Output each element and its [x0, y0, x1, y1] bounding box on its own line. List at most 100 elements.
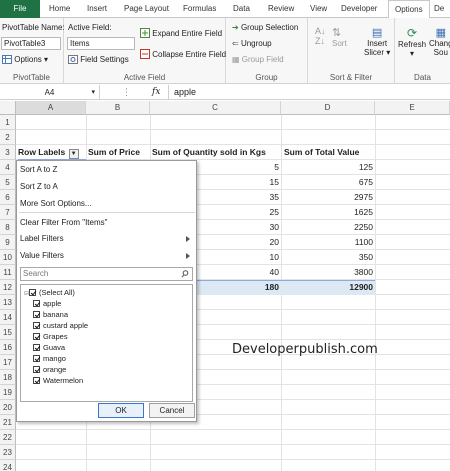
- column-header-b[interactable]: B: [86, 101, 150, 115]
- row-header[interactable]: 6: [0, 190, 16, 205]
- tab-data[interactable]: Data: [233, 0, 250, 18]
- refresh-button[interactable]: ⟳ Refresh ▾: [398, 26, 426, 58]
- filter-item-select-all[interactable]: ⊟ (Select All): [24, 288, 75, 298]
- total-value-cell[interactable]: 3800: [283, 265, 373, 279]
- filter-item-custard-apple[interactable]: custard apple: [33, 321, 88, 331]
- row-header[interactable]: 9: [0, 235, 16, 250]
- tab-design[interactable]: De: [434, 0, 444, 18]
- row-header[interactable]: 13: [0, 295, 16, 310]
- clear-filter-item[interactable]: Clear Filter From "Items": [20, 218, 107, 227]
- row-header[interactable]: 3: [0, 145, 16, 160]
- row-header[interactable]: 4: [0, 160, 16, 175]
- row-header[interactable]: 5: [0, 175, 16, 190]
- row-header[interactable]: 2: [0, 130, 16, 145]
- pivottable-name-input[interactable]: PivotTable3: [1, 37, 61, 50]
- row-header[interactable]: 11: [0, 265, 16, 280]
- row-header[interactable]: 8: [0, 220, 16, 235]
- filter-item-orange[interactable]: orange: [33, 365, 66, 375]
- filter-item-watermelon[interactable]: Watermelon: [33, 376, 83, 386]
- value-filters-item[interactable]: Value Filters: [20, 251, 64, 260]
- row-header[interactable]: 22: [0, 430, 16, 445]
- group-field-button[interactable]: ▦ Group Field: [232, 55, 284, 64]
- checkbox-checked-icon[interactable]: [33, 377, 40, 384]
- expand-field-button[interactable]: Expand Entire Field: [140, 28, 222, 38]
- quantity-cell[interactable]: 25: [196, 205, 279, 219]
- tab-formulas[interactable]: Formulas: [183, 0, 216, 18]
- label-filters-item[interactable]: Label Filters: [20, 234, 64, 243]
- row-header[interactable]: 1: [0, 115, 16, 130]
- quantity-cell[interactable]: 30: [196, 220, 279, 234]
- total-value-cell[interactable]: 675: [283, 175, 373, 189]
- sort-a-to-z-item[interactable]: Sort A to Z: [20, 165, 57, 174]
- checkbox-checked-icon[interactable]: [33, 311, 40, 318]
- sort-button[interactable]: ⇅ Sort: [332, 26, 347, 48]
- row-header[interactable]: 19: [0, 385, 16, 400]
- cancel-button[interactable]: Cancel: [149, 403, 195, 418]
- total-value-cell[interactable]: 1100: [283, 235, 373, 249]
- ok-button[interactable]: OK: [98, 403, 144, 418]
- quantity-cell[interactable]: 40: [196, 265, 279, 279]
- checkbox-checked-icon[interactable]: [33, 333, 40, 340]
- row-header[interactable]: 20: [0, 400, 16, 415]
- row-header[interactable]: 16: [0, 340, 16, 355]
- formula-input[interactable]: apple: [174, 85, 196, 100]
- filter-item-apple[interactable]: apple: [33, 299, 61, 309]
- checkbox-checked-icon[interactable]: [33, 366, 40, 373]
- total-value-cell[interactable]: 2250: [283, 220, 373, 234]
- total-value-cell[interactable]: 350: [283, 250, 373, 264]
- column-header-a[interactable]: A: [16, 101, 86, 115]
- row-header[interactable]: 24: [0, 460, 16, 471]
- collapse-field-button[interactable]: Collapse Entire Field: [140, 49, 226, 59]
- insert-slicer-button[interactable]: ▤ Insert Slicer ▾: [364, 26, 390, 57]
- column-header-c[interactable]: C: [150, 101, 281, 115]
- checkbox-checked-icon[interactable]: [33, 344, 40, 351]
- filter-item-banana[interactable]: banana: [33, 310, 68, 320]
- quantity-cell[interactable]: 10: [196, 250, 279, 264]
- row-header[interactable]: 18: [0, 370, 16, 385]
- field-settings-button[interactable]: Field Settings: [68, 55, 129, 64]
- ungroup-button[interactable]: ⇐ Ungroup: [232, 39, 272, 48]
- quantity-cell[interactable]: 5: [196, 160, 279, 174]
- quantity-cell[interactable]: 15: [196, 175, 279, 189]
- total-value-cell[interactable]: 125: [283, 160, 373, 174]
- total-value-cell[interactable]: 2975: [283, 190, 373, 204]
- column-header-e[interactable]: E: [375, 101, 450, 115]
- tab-page-layout[interactable]: Page Layout: [124, 0, 169, 18]
- checkbox-checked-icon[interactable]: [29, 289, 37, 296]
- row-header[interactable]: 15: [0, 325, 16, 340]
- tab-file[interactable]: File: [0, 0, 40, 18]
- tab-view[interactable]: View: [310, 0, 327, 18]
- quantity-cell[interactable]: 35: [196, 190, 279, 204]
- insert-function-icon[interactable]: fx: [152, 85, 160, 100]
- checkbox-checked-icon[interactable]: [33, 322, 40, 329]
- quantity-cell[interactable]: 20: [196, 235, 279, 249]
- row-header[interactable]: 23: [0, 445, 16, 460]
- filter-item-mango[interactable]: mango: [33, 354, 66, 364]
- sort-z-to-a-item[interactable]: Sort Z to A: [20, 182, 58, 191]
- row-header[interactable]: 7: [0, 205, 16, 220]
- active-field-input[interactable]: Items: [67, 37, 135, 50]
- tab-home[interactable]: Home: [49, 0, 70, 18]
- row-header[interactable]: 12: [0, 280, 16, 295]
- column-header-d[interactable]: D: [281, 101, 375, 115]
- name-box-dropdown-icon[interactable]: ▾: [91, 85, 95, 100]
- group-selection-button[interactable]: ➔ Group Selection: [232, 23, 298, 32]
- pivottable-options-button[interactable]: Options ▾: [2, 55, 48, 64]
- row-header[interactable]: 10: [0, 250, 16, 265]
- name-box[interactable]: A4 ▾: [0, 85, 100, 100]
- filter-dropdown-button[interactable]: ▼: [68, 149, 79, 159]
- total-value-cell[interactable]: 1625: [283, 205, 373, 219]
- more-sort-options-item[interactable]: More Sort Options...: [20, 199, 92, 208]
- tab-developer[interactable]: Developer: [341, 0, 377, 18]
- row-header[interactable]: 17: [0, 355, 16, 370]
- tab-insert[interactable]: Insert: [87, 0, 107, 18]
- filter-search-input[interactable]: Search: [20, 267, 193, 281]
- checkbox-checked-icon[interactable]: [33, 355, 40, 362]
- filter-item-grapes[interactable]: Grapes: [33, 332, 68, 342]
- tab-review[interactable]: Review: [268, 0, 294, 18]
- change-source-button[interactable]: ▦ Chang Sou: [429, 26, 450, 57]
- checkbox-checked-icon[interactable]: [33, 300, 40, 307]
- tab-options[interactable]: Options: [388, 0, 430, 19]
- select-all-corner[interactable]: [0, 101, 16, 115]
- filter-item-guava[interactable]: Guava: [33, 343, 65, 353]
